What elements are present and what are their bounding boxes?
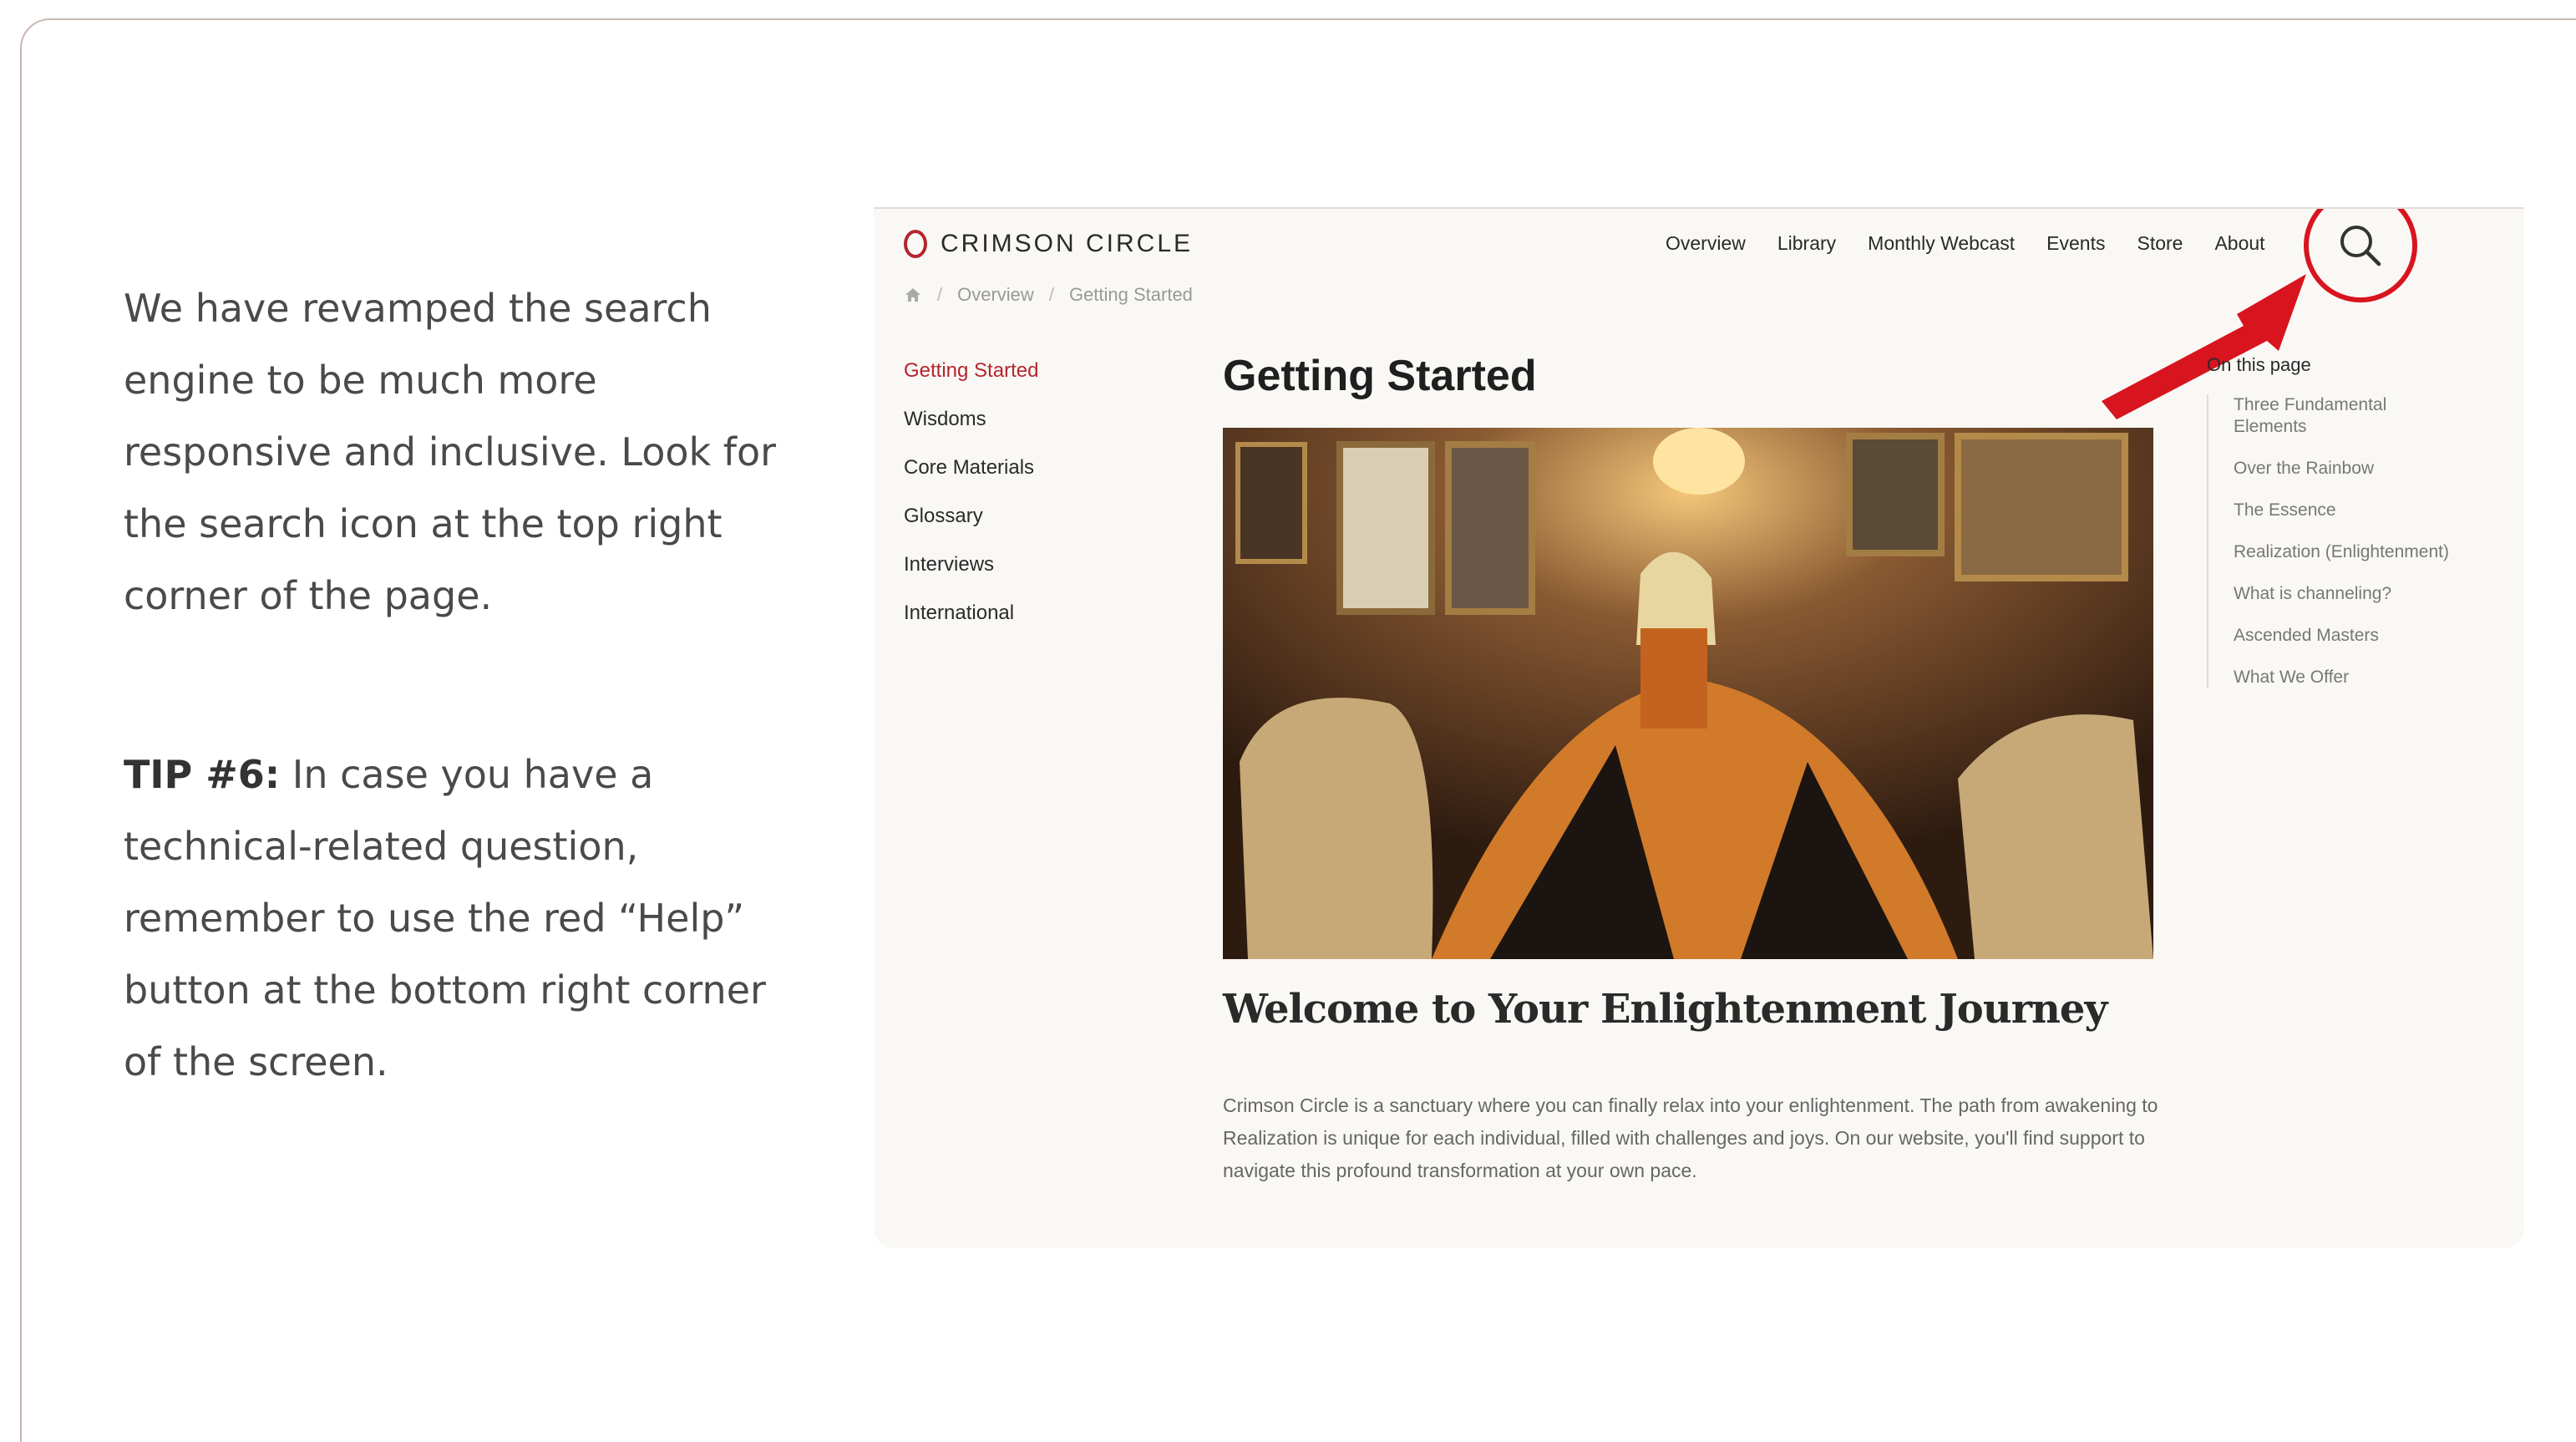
tip-paragraph: TIP #6: In case you have a technical-rel… (124, 739, 792, 1098)
hero-image (1223, 428, 2153, 959)
home-icon[interactable] (904, 286, 922, 304)
breadcrumb: / Overview / Getting Started (904, 284, 1193, 306)
sidenav-glossary[interactable]: Glossary (904, 503, 1038, 551)
nav-overview[interactable]: Overview (1666, 232, 1746, 255)
sidenav-core-materials[interactable]: Core Materials (904, 454, 1038, 503)
breadcrumb-overview[interactable]: Overview (957, 284, 1034, 306)
side-nav: Getting Started Wisdoms Core Materials G… (904, 358, 1038, 648)
toc-heading: On this page (2207, 354, 2311, 375)
on-this-page: On this page Three Fundamental Elements … (2207, 354, 2457, 708)
tip-text: In case you have a technical-related que… (124, 752, 766, 1084)
toc-item[interactable]: What We Offer (2234, 667, 2457, 688)
toc-item[interactable]: What is channeling? (2234, 583, 2457, 605)
logo-text: CRIMSON CIRCLE (941, 230, 1194, 257)
sidenav-getting-started[interactable]: Getting Started (904, 358, 1038, 406)
nav-events[interactable]: Events (2046, 232, 2105, 255)
toc-item[interactable]: Realization (Enlightenment) (2234, 541, 2457, 563)
breadcrumb-separator: / (937, 284, 943, 305)
intro-body-text: Crimson Circle is a sanctuary where you … (1223, 1094, 2158, 1181)
sidenav-international[interactable]: International (904, 600, 1038, 648)
toc-item[interactable]: Over the Rainbow (2234, 458, 2457, 480)
sidenav-wisdoms[interactable]: Wisdoms (904, 406, 1038, 454)
toc-list: Three Fundamental Elements Over the Rain… (2207, 394, 2457, 688)
intro-paragraph: We have revamped the search engine to be… (124, 286, 777, 618)
toc-item[interactable]: Ascended Masters (2234, 625, 2457, 647)
sidenav-interviews[interactable]: Interviews (904, 551, 1038, 600)
site-logo[interactable]: CRIMSON CIRCLE (904, 229, 1193, 259)
tip-label: TIP #6: (124, 752, 281, 797)
logo-ring-icon (904, 230, 927, 258)
page-title: Getting Started (1223, 352, 1537, 400)
toc-item[interactable]: Three Fundamental Elements (2234, 394, 2457, 438)
breadcrumb-current: Getting Started (1068, 284, 1193, 305)
nav-monthly-webcast[interactable]: Monthly Webcast (1868, 232, 2015, 255)
website-screenshot: CRIMSON CIRCLE Overview Library Monthly … (874, 207, 2524, 1248)
toc-item[interactable]: The Essence (2234, 500, 2457, 521)
nav-library[interactable]: Library (1777, 232, 1836, 255)
breadcrumb-separator: / (1048, 284, 1054, 305)
welcome-heading: Welcome to Your Enlightenment Journey (1223, 986, 2107, 1033)
